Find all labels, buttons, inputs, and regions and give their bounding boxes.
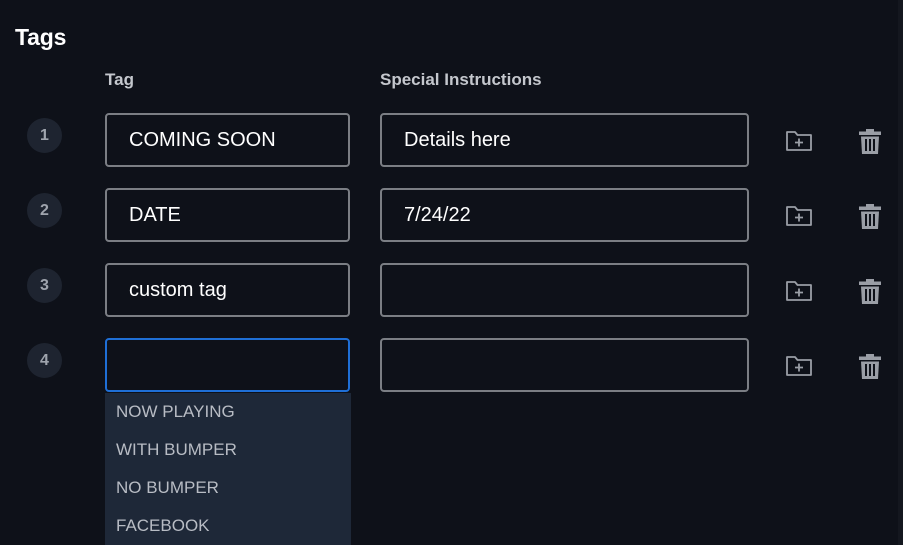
instructions-column-header: Special Instructions xyxy=(380,70,542,89)
special-instructions-input[interactable] xyxy=(380,263,749,317)
row-number-badge: 2 xyxy=(27,193,62,228)
tag-row: 1 xyxy=(0,113,903,169)
tag-input[interactable] xyxy=(105,263,350,317)
add-folder-button[interactable] xyxy=(784,126,814,156)
add-folder-button[interactable] xyxy=(784,276,814,306)
row-number-badge: 3 xyxy=(27,268,62,303)
tag-row: 2 xyxy=(0,188,903,244)
delete-button[interactable] xyxy=(855,351,885,381)
tag-column-header: Tag xyxy=(105,70,134,89)
folder-plus-icon xyxy=(786,281,812,301)
tag-row: 3 xyxy=(0,263,903,319)
tag-input[interactable] xyxy=(105,188,350,242)
special-instructions-input[interactable] xyxy=(380,188,749,242)
delete-button[interactable] xyxy=(855,126,885,156)
tag-suggestions-dropdown: NOW PLAYING WITH BUMPER NO BUMPER FACEBO… xyxy=(105,393,351,545)
trash-icon xyxy=(859,353,881,379)
add-folder-button[interactable] xyxy=(784,201,814,231)
row-number-badge: 1 xyxy=(27,118,62,153)
trash-icon xyxy=(859,278,881,304)
folder-plus-icon xyxy=(786,206,812,226)
tag-input[interactable] xyxy=(105,338,350,392)
row-number-badge: 4 xyxy=(27,343,62,378)
tag-input[interactable] xyxy=(105,113,350,167)
delete-button[interactable] xyxy=(855,201,885,231)
special-instructions-input[interactable] xyxy=(380,338,749,392)
section-title: Tags xyxy=(15,24,67,50)
tag-row: 4 xyxy=(0,338,903,394)
dropdown-option[interactable]: NOW PLAYING xyxy=(105,393,351,431)
special-instructions-input[interactable] xyxy=(380,113,749,167)
folder-plus-icon xyxy=(786,131,812,151)
trash-icon xyxy=(859,128,881,154)
add-folder-button[interactable] xyxy=(784,351,814,381)
dropdown-option[interactable]: WITH BUMPER xyxy=(105,431,351,469)
dropdown-option[interactable]: NO BUMPER xyxy=(105,469,351,507)
trash-icon xyxy=(859,203,881,229)
folder-plus-icon xyxy=(786,356,812,376)
delete-button[interactable] xyxy=(855,276,885,306)
dropdown-option[interactable]: FACEBOOK xyxy=(105,507,351,545)
